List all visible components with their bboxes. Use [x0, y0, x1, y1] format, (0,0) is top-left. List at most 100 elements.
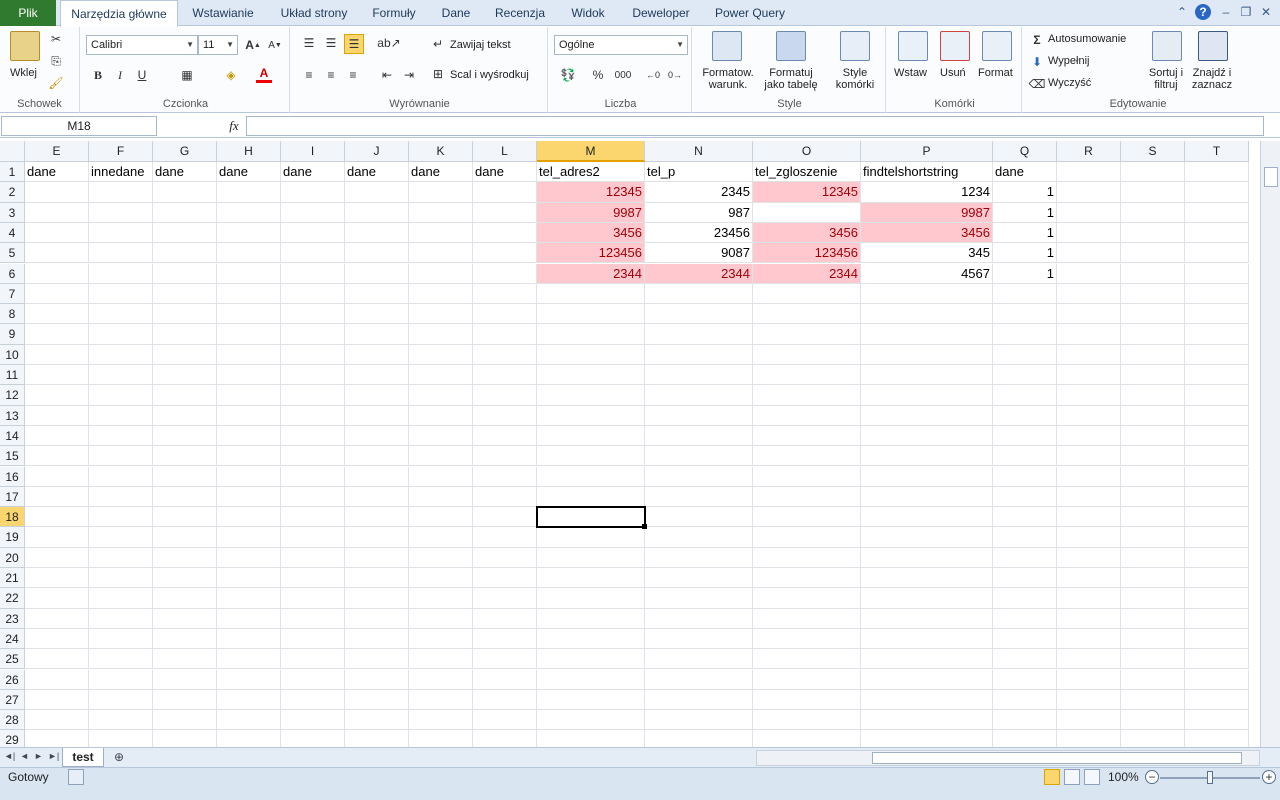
cell-f11[interactable]: [89, 365, 153, 386]
cell-q25[interactable]: [993, 649, 1057, 670]
cell-l26[interactable]: [473, 669, 537, 690]
cell-n3[interactable]: 987: [645, 202, 753, 223]
cell-p27[interactable]: [861, 689, 993, 711]
cell-f19[interactable]: [89, 527, 153, 548]
clear-button[interactable]: Wyczyść: [1048, 77, 1091, 89]
cell-l23[interactable]: [473, 608, 537, 629]
collapse-ribbon-icon[interactable]: ⌃: [1174, 4, 1190, 20]
cell-e1[interactable]: dane: [25, 162, 89, 183]
column-header-t[interactable]: T: [1185, 141, 1249, 162]
cell-j29[interactable]: [345, 730, 409, 747]
cell-s6[interactable]: [1121, 263, 1185, 284]
format-as-table-icon[interactable]: [776, 31, 806, 61]
cell-q9[interactable]: [993, 324, 1057, 345]
cell-e11[interactable]: [25, 365, 89, 386]
cell-t1[interactable]: [1185, 162, 1249, 183]
cell-f14[interactable]: [89, 425, 153, 447]
cell-t8[interactable]: [1185, 304, 1249, 325]
cell-h29[interactable]: [217, 730, 281, 747]
cell-n17[interactable]: [645, 486, 753, 508]
cell-q4[interactable]: 1: [993, 222, 1057, 244]
cell-n15[interactable]: [645, 446, 753, 467]
cell-i5[interactable]: [281, 243, 345, 264]
row-header-29[interactable]: 29: [0, 730, 25, 747]
cell-k22[interactable]: [409, 588, 473, 609]
row-header-22[interactable]: 22: [0, 588, 25, 609]
cell-p21[interactable]: [861, 568, 993, 589]
row-header-7[interactable]: 7: [0, 283, 25, 305]
row-header-24[interactable]: 24: [0, 628, 25, 650]
cell-s17[interactable]: [1121, 486, 1185, 508]
row-header-28[interactable]: 28: [0, 710, 25, 731]
sort-filter-button[interactable]: Sortuj i filtruj: [1144, 67, 1188, 91]
cell-j5[interactable]: [345, 243, 409, 264]
currency-icon[interactable]: 💱: [558, 67, 578, 83]
cell-e26[interactable]: [25, 669, 89, 690]
cell-r29[interactable]: [1057, 730, 1121, 747]
cell-h6[interactable]: [217, 263, 281, 284]
cell-r27[interactable]: [1057, 689, 1121, 711]
cell-k8[interactable]: [409, 304, 473, 325]
cell-i25[interactable]: [281, 649, 345, 670]
cell-e29[interactable]: [25, 730, 89, 747]
cell-g18[interactable]: [153, 507, 217, 528]
row-header-12[interactable]: 12: [0, 385, 25, 406]
cell-q28[interactable]: [993, 710, 1057, 731]
help-icon[interactable]: ?: [1195, 4, 1211, 20]
cell-k5[interactable]: [409, 243, 473, 264]
row-header-15[interactable]: 15: [0, 446, 25, 467]
row-header-26[interactable]: 26: [0, 669, 25, 690]
cell-t20[interactable]: [1185, 547, 1249, 568]
cell-f25[interactable]: [89, 649, 153, 670]
cell-l3[interactable]: [473, 202, 537, 223]
cell-t13[interactable]: [1185, 405, 1249, 426]
cell-l11[interactable]: [473, 365, 537, 386]
cell-k6[interactable]: [409, 263, 473, 284]
cell-f20[interactable]: [89, 547, 153, 568]
cell-g12[interactable]: [153, 385, 217, 406]
cell-m20[interactable]: [537, 547, 645, 568]
cell-s2[interactable]: [1121, 182, 1185, 203]
cell-r26[interactable]: [1057, 669, 1121, 690]
cell-n22[interactable]: [645, 588, 753, 609]
align-top-icon[interactable]: ☰: [300, 35, 318, 51]
cell-m9[interactable]: [537, 324, 645, 345]
format-as-table-button[interactable]: Formatuj jako tabelę: [758, 67, 824, 91]
cell-s1[interactable]: [1121, 162, 1185, 183]
cell-g9[interactable]: [153, 324, 217, 345]
cell-o23[interactable]: [753, 608, 861, 629]
cell-o7[interactable]: [753, 283, 861, 305]
cell-l27[interactable]: [473, 689, 537, 711]
row-header-17[interactable]: 17: [0, 486, 25, 508]
cell-r21[interactable]: [1057, 568, 1121, 589]
font-size-select[interactable]: 11 ▼: [198, 35, 238, 55]
row-header-27[interactable]: 27: [0, 689, 25, 711]
cell-h10[interactable]: [217, 344, 281, 365]
cell-o4[interactable]: 3456: [753, 222, 861, 244]
zoom-slider-thumb[interactable]: [1207, 771, 1213, 784]
cell-m23[interactable]: [537, 608, 645, 629]
cell-n2[interactable]: 2345: [645, 182, 753, 203]
cell-q24[interactable]: [993, 628, 1057, 650]
cell-i17[interactable]: [281, 486, 345, 508]
shrink-font-icon[interactable]: A ▼: [266, 37, 284, 53]
cell-s21[interactable]: [1121, 568, 1185, 589]
cell-j15[interactable]: [345, 446, 409, 467]
cell-e22[interactable]: [25, 588, 89, 609]
column-header-q[interactable]: Q: [993, 141, 1057, 162]
cell-h2[interactable]: [217, 182, 281, 203]
column-header-k[interactable]: K: [409, 141, 473, 162]
find-select-button[interactable]: Znajdź i zaznacz: [1188, 67, 1236, 91]
cell-p10[interactable]: [861, 344, 993, 365]
cell-j10[interactable]: [345, 344, 409, 365]
row-header-25[interactable]: 25: [0, 649, 25, 670]
insert-cells-button[interactable]: Wstaw: [894, 67, 927, 79]
cell-m25[interactable]: [537, 649, 645, 670]
cell-l16[interactable]: [473, 466, 537, 487]
cell-l19[interactable]: [473, 527, 537, 548]
cell-e18[interactable]: [25, 507, 89, 528]
cell-m1[interactable]: tel_adres2: [537, 162, 645, 183]
row-header-9[interactable]: 9: [0, 324, 25, 345]
cell-m29[interactable]: [537, 730, 645, 747]
cell-k24[interactable]: [409, 628, 473, 650]
